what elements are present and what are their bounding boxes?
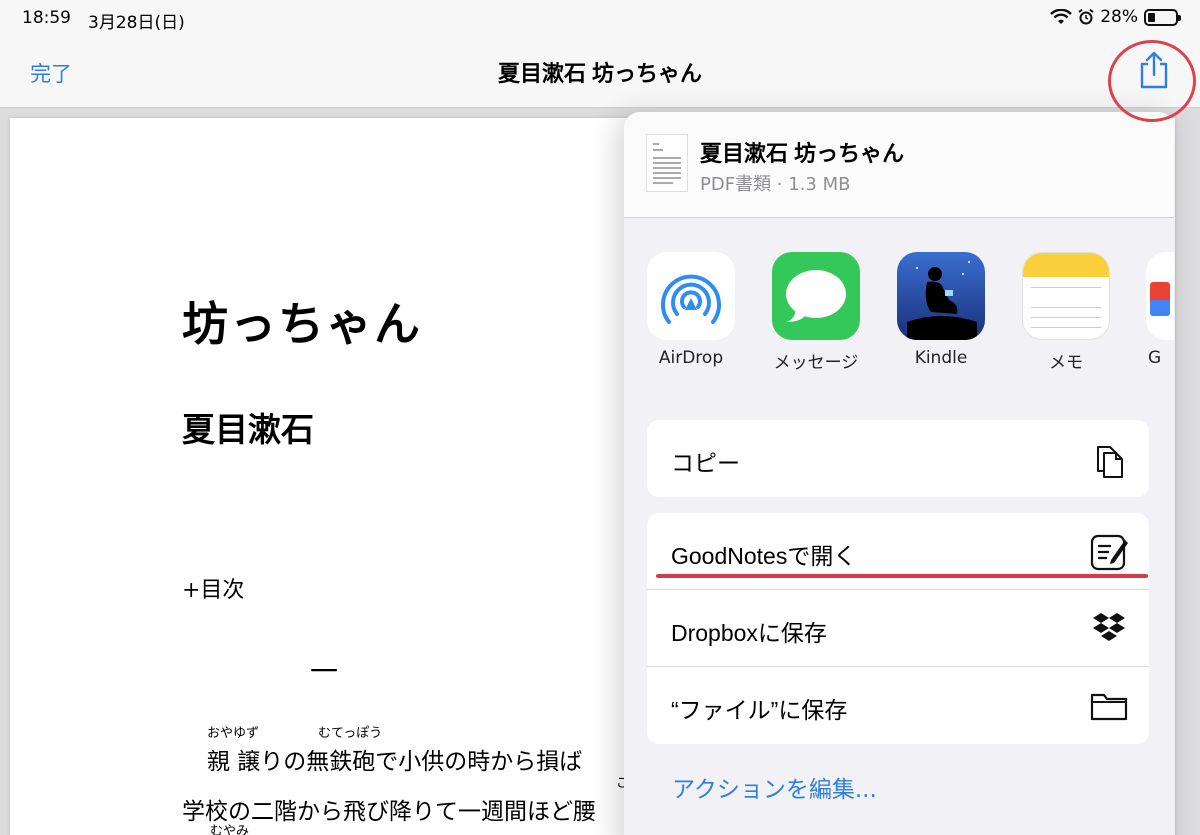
document-thumbnail <box>646 134 688 192</box>
messages-icon <box>772 252 860 340</box>
share-app-messages[interactable]: メッセージ <box>771 252 861 373</box>
app-label: Kindle <box>914 348 968 368</box>
share-sheet-header: 夏目漱石 坊っちゃん PDF書類 · 1.3 MB <box>624 112 1174 218</box>
pdf-chapter-heading: 一 <box>310 655 339 688</box>
share-app-row: AirDrop メッセージ Kindle メモ G <box>624 252 1174 373</box>
action-label: “ファイル”に保存 <box>671 697 848 723</box>
pdf-text-line: 親 譲りの無鉄砲で小供の時から損ば <box>207 749 583 775</box>
action-open-in-goodnotes[interactable]: GoodNotesで開く <box>647 513 1149 590</box>
pdf-author: 夏目漱石 <box>182 410 314 449</box>
navigation-bar: 完了 夏目漱石 坊っちゃん <box>0 36 1200 108</box>
share-app-partial[interactable]: G <box>1146 252 1174 368</box>
action-copy[interactable]: コピー <box>647 420 1149 497</box>
notes-icon <box>1022 252 1110 340</box>
share-app-notes[interactable]: メモ <box>1021 252 1111 373</box>
app-label: メッセージ <box>773 353 859 373</box>
pdf-title: 坊っちゃん <box>182 297 422 351</box>
action-group-copy: コピー <box>647 420 1149 497</box>
share-app-kindle[interactable]: Kindle <box>896 252 986 368</box>
page-title: 夏目漱石 坊っちゃん <box>497 61 703 86</box>
airdrop-icon <box>647 252 735 340</box>
action-label: GoodNotesで開く <box>671 543 857 569</box>
pdf-toc-link[interactable]: +目次 <box>182 572 244 604</box>
ruby-text: おやゆず <box>207 726 260 741</box>
action-save-to-files[interactable]: “ファイル”に保存 <box>647 667 1149 744</box>
app-label: G <box>1148 348 1162 368</box>
partial-app-icon <box>1146 252 1174 340</box>
status-date: 3月28日(日) <box>88 13 185 33</box>
edit-actions-link[interactable]: アクションを編集... <box>672 770 877 804</box>
document-subtitle: PDF書類 · 1.3 MB <box>700 174 851 195</box>
copy-icon <box>1097 446 1123 478</box>
status-time: 18:59 <box>22 8 71 28</box>
battery-icon <box>1144 8 1181 26</box>
app-label: AirDrop <box>658 348 724 368</box>
dropbox-icon <box>1093 613 1125 641</box>
kindle-icon <box>897 252 985 340</box>
folder-icon <box>1090 693 1128 721</box>
annotation-underline <box>656 574 1148 578</box>
annotation-circle <box>1108 40 1196 122</box>
status-indicators: 28% <box>1050 7 1181 27</box>
goodnotes-icon <box>1090 534 1128 571</box>
share-app-airdrop[interactable]: AirDrop <box>646 252 736 368</box>
ruby-text: むやみ <box>210 824 250 835</box>
alarm-icon <box>1078 9 1094 25</box>
action-save-to-dropbox[interactable]: Dropboxに保存 <box>647 590 1149 667</box>
app-label: メモ <box>1049 353 1083 373</box>
status-bar: 18:59 3月28日(日) 28% <box>0 0 1200 36</box>
share-sheet: 夏目漱石 坊っちゃん PDF書類 · 1.3 MB AirDrop メッセージ … <box>624 112 1174 835</box>
action-label: Dropboxに保存 <box>671 620 827 646</box>
battery-percent: 28% <box>1100 7 1138 27</box>
document-title: 夏目漱石 坊っちゃん <box>700 141 905 166</box>
action-label: コピー <box>671 450 740 476</box>
ruby-text: むてっぽう <box>318 726 383 741</box>
action-group-apps: GoodNotesで開く Dropboxに保存 “ファイル”に保存 <box>647 513 1149 744</box>
wifi-icon <box>1050 9 1073 24</box>
